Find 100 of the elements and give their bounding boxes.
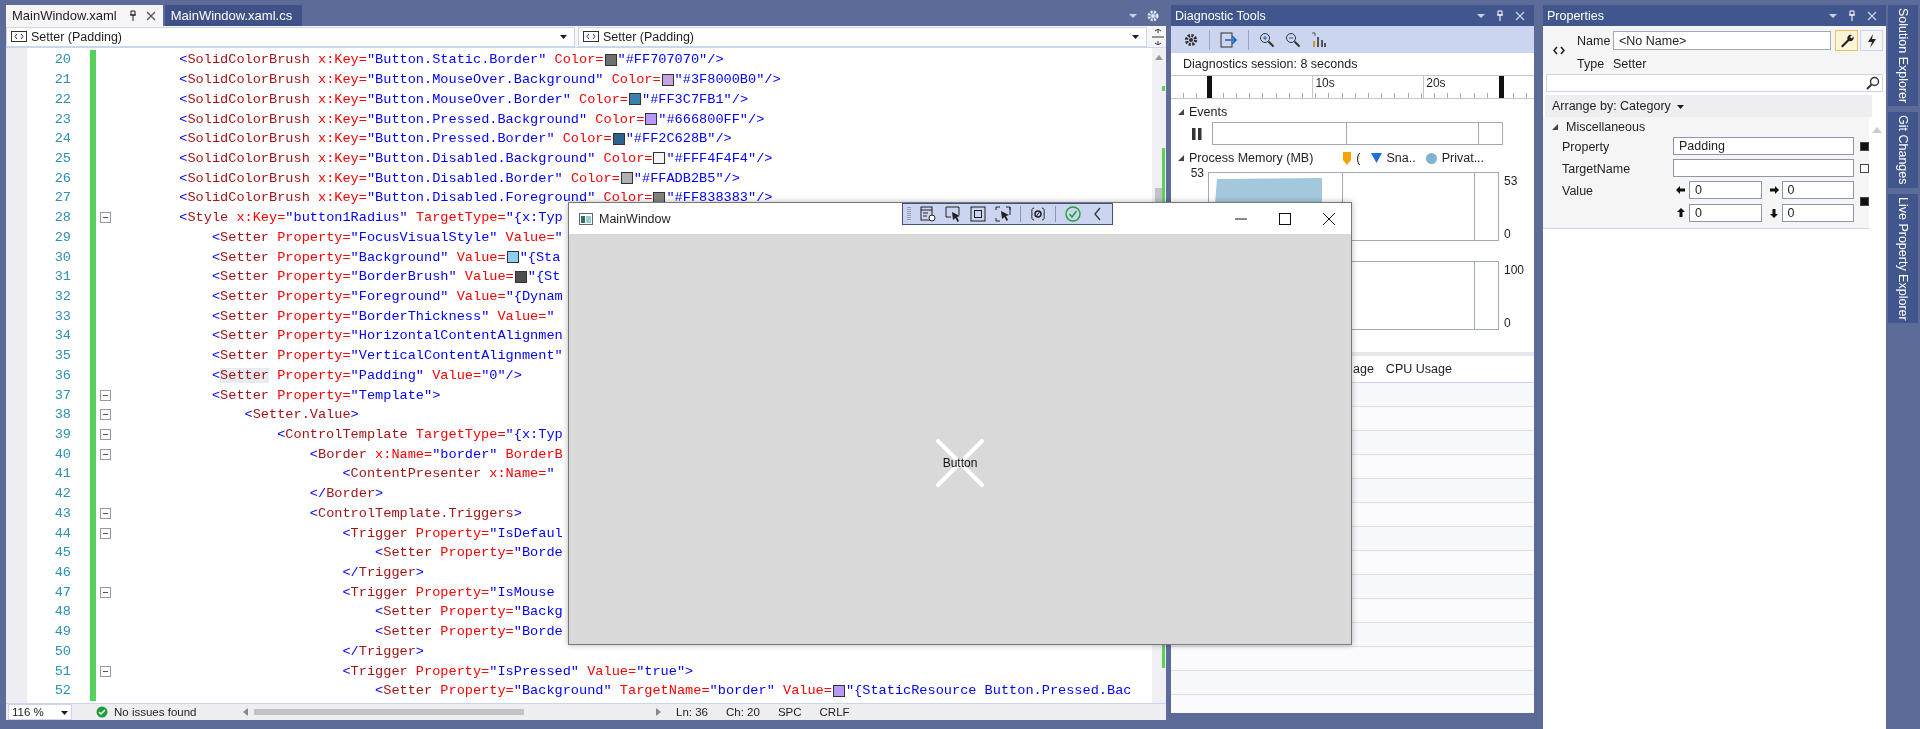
document-tab[interactable]: MainWindow.xaml.cs (164, 5, 303, 26)
timeline-ruler[interactable]: 10s 20s (1171, 76, 1534, 99)
check-icon[interactable] (1064, 206, 1081, 222)
legend-label: Privat... (1441, 151, 1485, 165)
code-text: "#FF3C7FB1"/> (642, 91, 749, 107)
collapse-icon[interactable] (99, 429, 111, 440)
code-text: </Border> (309, 486, 384, 502)
side-tab[interactable]: Git Changes (1888, 112, 1918, 188)
property-field[interactable] (1673, 159, 1854, 177)
axis-label: 100 (1504, 263, 1525, 277)
collapse-icon[interactable] (99, 409, 111, 421)
range-handle[interactable] (1207, 76, 1212, 98)
property-field[interactable]: 0 (1781, 204, 1854, 222)
collapse-icon[interactable] (99, 389, 111, 401)
settings-icon[interactable] (1183, 31, 1199, 48)
code-text: <Style x:Key="button1Radius" TargetType="{x:Typ (179, 210, 563, 226)
code-text: <Setter Property="BorderThickness" Value=" (211, 308, 555, 324)
document-tab[interactable]: MainWindow.xaml (6, 5, 163, 26)
arrange-dropdown[interactable]: Arrange by: Category (1545, 95, 1872, 117)
code-text: <Trigger Property="IsDefaul (342, 525, 563, 541)
line-number: 24 (53, 131, 72, 147)
code-text: </Trigger> (342, 565, 425, 581)
events-button[interactable] (1860, 30, 1883, 51)
code-text: <Setter Property="Template"> (211, 387, 441, 403)
tick-label: 20s (1426, 76, 1446, 90)
line-number: 44 (53, 525, 72, 541)
pin-icon[interactable] (1494, 9, 1506, 22)
side-tab[interactable]: Solution Explorer (1888, 5, 1918, 107)
legend-label: ( (1356, 151, 1361, 165)
inspect-icon[interactable] (919, 206, 936, 222)
button[interactable]: Button (935, 438, 985, 488)
chart-icon[interactable] (1311, 31, 1327, 48)
side-tab[interactable]: Live Property Explorer (1888, 193, 1918, 324)
split-icon[interactable] (1152, 28, 1164, 45)
export-icon[interactable] (1220, 31, 1238, 48)
track-focus-icon[interactable] (994, 206, 1011, 222)
code-text: <Setter Property="Padding" Value="0"/> (211, 367, 522, 383)
collapse-icon[interactable] (99, 448, 111, 460)
collapse-icon[interactable] (99, 586, 111, 598)
status-text: SPC (777, 706, 802, 718)
right-arrow-icon (1768, 185, 1779, 195)
code-text: "{Sta (519, 249, 561, 265)
zoom-in-icon[interactable] (1259, 31, 1275, 48)
property-field[interactable]: 0 (1689, 181, 1762, 199)
adorner-icon[interactable] (969, 206, 986, 222)
element-icon (11, 31, 27, 42)
zoom-dropdown[interactable]: 116 % (8, 704, 72, 720)
settings-icon[interactable] (1146, 8, 1160, 23)
code-text: <Setter.Value> (244, 407, 359, 423)
property-field[interactable]: 0 (1781, 181, 1854, 199)
line-number: 30 (53, 249, 72, 265)
line-number: 50 (53, 643, 72, 659)
line-number: 36 (53, 367, 72, 383)
code-text: <Setter Property="BorderBrush" Value= (211, 269, 514, 285)
property-marker[interactable] (1860, 163, 1869, 173)
collapse-icon[interactable] (99, 665, 111, 677)
close-icon[interactable] (1323, 213, 1335, 225)
section-title: Process Memory (MB) (1189, 151, 1314, 165)
pause-icon[interactable] (1192, 127, 1202, 140)
navigation-dropdown[interactable]: Setter (Padding) (6, 26, 575, 47)
property-marker[interactable] (1860, 141, 1869, 151)
collapse-icon[interactable] (99, 527, 111, 539)
code-text: <Setter Property="HorizontalContentAlignmen (211, 328, 563, 344)
properties-button[interactable] (1835, 30, 1858, 51)
search-icon[interactable] (1866, 76, 1880, 90)
axis-label: 53 (1190, 166, 1204, 180)
tick-label: 10s (1315, 76, 1335, 90)
name-field[interactable]: <No Name> (1613, 31, 1831, 50)
expand-icon[interactable] (1177, 154, 1185, 162)
tab[interactable]: age (1353, 362, 1374, 376)
type-value: Setter (1613, 57, 1648, 71)
navigation-dropdown[interactable]: Setter (Padding) (578, 26, 1147, 47)
horizontal-scrollbar[interactable] (242, 706, 662, 718)
expand-icon[interactable] (1551, 123, 1559, 131)
line-number: 21 (53, 72, 72, 88)
close-icon[interactable] (144, 9, 157, 22)
property-marker[interactable] (1860, 197, 1869, 206)
pin-icon[interactable] (1846, 9, 1858, 22)
tab[interactable]: CPU Usage (1385, 362, 1452, 376)
grip-icon[interactable] (906, 206, 911, 222)
zoom-out-icon[interactable] (1285, 31, 1301, 48)
property-field[interactable]: 0 (1689, 204, 1762, 222)
maximize-icon[interactable] (1279, 213, 1291, 225)
line-number: 49 (53, 624, 72, 640)
code-text: <Setter Property="Background" Value= (211, 249, 506, 265)
expand-icon[interactable] (1177, 108, 1185, 116)
search-field[interactable] (1546, 74, 1883, 92)
element-icon (583, 31, 599, 42)
caret-icon (559, 32, 568, 41)
range-handle[interactable] (1499, 76, 1504, 98)
property-field[interactable]: Padding (1673, 137, 1854, 155)
code-text: <SolidColorBrush x:Key="Button.MouseOver.Border" Color= (179, 91, 628, 107)
hot-reload-icon[interactable] (1029, 206, 1046, 222)
category-header[interactable]: Miscellaneous (1543, 117, 1869, 137)
code-text: <ControlTemplate.Triggers> (309, 505, 522, 521)
collapse-icon[interactable] (99, 507, 111, 519)
collapse-icon[interactable] (99, 212, 111, 224)
code-text: <SolidColorBrush x:Key="Button.Pressed.Background" Color= (179, 111, 645, 127)
select-cursor-icon[interactable] (944, 206, 961, 222)
code-text: <SolidColorBrush x:Key="Button.Pressed.Border" Color= (179, 131, 612, 147)
